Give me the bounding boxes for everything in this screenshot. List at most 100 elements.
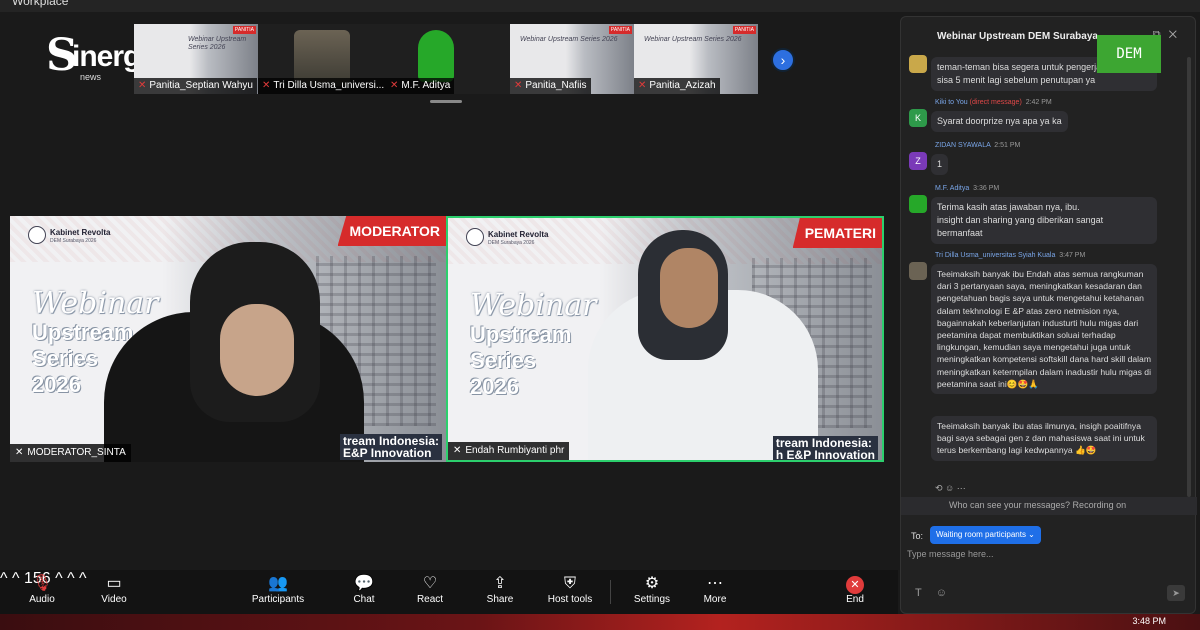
sender-name: M.F. Aditya: [935, 185, 970, 192]
chat-message: Syarat doorprize nya apa ya ka: [931, 111, 1068, 132]
slide-title-upstream: Upstream: [32, 320, 134, 345]
panitia-tag: PANITIA: [232, 26, 256, 34]
dm-label: (direct message): [969, 99, 1022, 106]
thumbnail-tile[interactable]: Webinar Upstream Series 2026 PANITIA ✕ Pa…: [510, 24, 634, 94]
participant-name: ✕ Endah Rumbiyanti phr: [448, 442, 570, 460]
speaker-face: [220, 304, 294, 396]
to-label: To:: [911, 531, 924, 541]
participant-name: ✕ Panitia_Azizah: [634, 78, 720, 94]
chat-format-tools[interactable]: T☺: [915, 587, 961, 599]
send-button[interactable]: ➤: [1167, 585, 1185, 601]
end-button[interactable]: ✕ End: [842, 574, 868, 605]
slide-title-series: Series: [470, 348, 537, 373]
thumbnail-tile[interactable]: ✕ M.F. Aditya: [386, 24, 510, 94]
message-meta: Kiki to You (direct message) 2:42 PM: [935, 99, 1052, 106]
participant-name-text: Endah Rumbiyanti phr: [465, 445, 565, 456]
toolbar-divider: [610, 580, 611, 604]
speaker-face: [660, 248, 718, 328]
slide-title-upstream: Upstream: [470, 322, 572, 347]
mic-off-icon: ✕: [138, 80, 147, 91]
slide-title-webinar: Webinar: [32, 286, 159, 321]
chat-message: 1: [931, 154, 949, 175]
video-label: Video: [101, 594, 127, 605]
next-page-button[interactable]: ›: [771, 48, 795, 72]
share-options-caret[interactable]: ^: [79, 570, 87, 587]
participants-label: Participants: [251, 594, 305, 605]
video-tile-moderator[interactable]: Kabinet Revolta DEM Surabaya 2026 Webina…: [10, 216, 446, 462]
role-banner: MODERATOR: [337, 216, 446, 246]
slide-title-series: Series: [32, 346, 99, 371]
participant-name: ✕ M.F. Aditya: [386, 78, 455, 94]
share-button[interactable]: ⇪ Share: [486, 574, 514, 605]
chat-panel: Webinar Upstream DEM Surabaya ⧉✕ teman-t…: [900, 16, 1197, 614]
more-label: More: [703, 594, 727, 605]
participant-name-text: MODERATOR_SINTA: [27, 447, 126, 458]
participants-button[interactable]: 👥 Participants: [250, 574, 306, 605]
recipient-select[interactable]: Waiting room participants ⌄: [930, 526, 1041, 544]
pin-icon: ✕: [453, 445, 462, 456]
kabinet-emblem: [28, 226, 46, 244]
kabinet-sub: DEM Surabaya 2026: [488, 240, 535, 246]
video-options-caret[interactable]: ^: [12, 570, 20, 587]
message-meta: Tri Dilla Usma_universitas Syiah Kuala 3…: [935, 252, 1085, 259]
more-icon: ⋯: [707, 575, 723, 592]
dem-badge: DEM: [1097, 35, 1161, 73]
panitia-tag: PANITIA: [732, 26, 756, 34]
end-call-icon: ✕: [846, 576, 864, 594]
video-tile-speaker[interactable]: Kabinet Revolta DEM Surabaya 2026 Webina…: [446, 216, 884, 462]
message-actions[interactable]: ⟲ ☺ ⋯: [935, 483, 966, 494]
mic-off-icon: ✕: [638, 80, 647, 91]
thumbnail-tile[interactable]: ✕ Tri Dilla Usma_universi...: [258, 24, 386, 94]
logo-sub: news: [80, 72, 102, 82]
audio-button[interactable]: 🎙 Audio: [26, 574, 58, 605]
more-button[interactable]: ⋯ More: [700, 574, 730, 605]
meeting-toolbar: 🎙 Audio ^ ▭ Video ^ 👥 Participants 156 ^ 💬 C…: [0, 570, 898, 614]
settings-label: Settings: [633, 594, 671, 605]
chat-options-caret[interactable]: ^: [67, 570, 75, 587]
slide-title-webinar: Webinar: [470, 288, 597, 323]
participant-name-text: Panitia_Septian Wahyu: [149, 80, 253, 91]
mic-off-icon: ✕: [514, 80, 523, 91]
message-meta: M.F. Aditya 3:36 PM: [935, 185, 999, 192]
os-taskbar: 3:48 PM: [0, 614, 1200, 630]
kabinet-name: Kabinet Revolta: [50, 228, 111, 237]
taskbar-clock: 3:48 PM: [1132, 616, 1166, 626]
thumbnail-tile[interactable]: Webinar Upstream Series 2026 PANITIA ✕ Pa…: [634, 24, 758, 94]
camera-icon: ▭: [106, 575, 122, 592]
slide-subtitle: tream Indonesia: E&P Innovation: [339, 434, 442, 460]
host-tools-button[interactable]: ⛨ Host tools: [546, 574, 594, 605]
panitia-tag: PANITIA: [608, 26, 632, 34]
participant-name: ✕ Panitia_Septian Wahyu: [134, 78, 257, 94]
chat-message: Terima kasih atas jawaban nya, ibu. insi…: [931, 197, 1157, 244]
share-label: Share: [486, 594, 514, 605]
message-time: 2:42 PM: [1025, 99, 1052, 106]
avatar: K: [909, 109, 927, 127]
avatar: [909, 195, 927, 213]
settings-button[interactable]: ⚙ Settings: [632, 574, 672, 605]
role-banner: PEMATERI: [792, 218, 882, 248]
slide-title-year: 2026: [470, 374, 519, 399]
participant-name: ✕ MODERATOR_SINTA: [10, 444, 131, 462]
pin-icon: ✕: [15, 447, 24, 458]
thumbnail-tile[interactable]: Webinar Upstream Series 2026 PANITIA ✕ Pa…: [134, 24, 258, 94]
audio-options-caret[interactable]: ^: [0, 570, 8, 587]
host-tools-label: Host tools: [547, 594, 593, 605]
message-time: 2:51 PM: [994, 142, 1021, 149]
message-input[interactable]: Type message here...: [907, 549, 994, 559]
kabinet-name: Kabinet Revolta: [488, 230, 549, 239]
mic-off-icon: ✕: [262, 80, 271, 91]
message-time: 3:47 PM: [1059, 252, 1086, 259]
sender-name: ZIDAN SYAWALA: [935, 142, 991, 149]
gear-icon: ⚙: [644, 575, 660, 592]
participant-name-text: Tri Dilla Usma_universi...: [273, 80, 385, 91]
avatar: [909, 262, 927, 280]
participant-name-text: Panitia_Azizah: [649, 80, 716, 91]
react-button[interactable]: ♡ React: [416, 574, 444, 605]
mic-off-icon: ✕: [390, 80, 399, 91]
kabinet-emblem: [466, 228, 484, 246]
chat-privacy-info[interactable]: Who can see your messages? Recording on: [901, 497, 1197, 515]
chat-button[interactable]: 💬 Chat: [350, 574, 378, 605]
participant-name: ✕ Panitia_Nafiis: [510, 78, 591, 94]
chat-scrollbar[interactable]: [1187, 57, 1191, 497]
video-button[interactable]: ▭ Video: [98, 574, 130, 605]
